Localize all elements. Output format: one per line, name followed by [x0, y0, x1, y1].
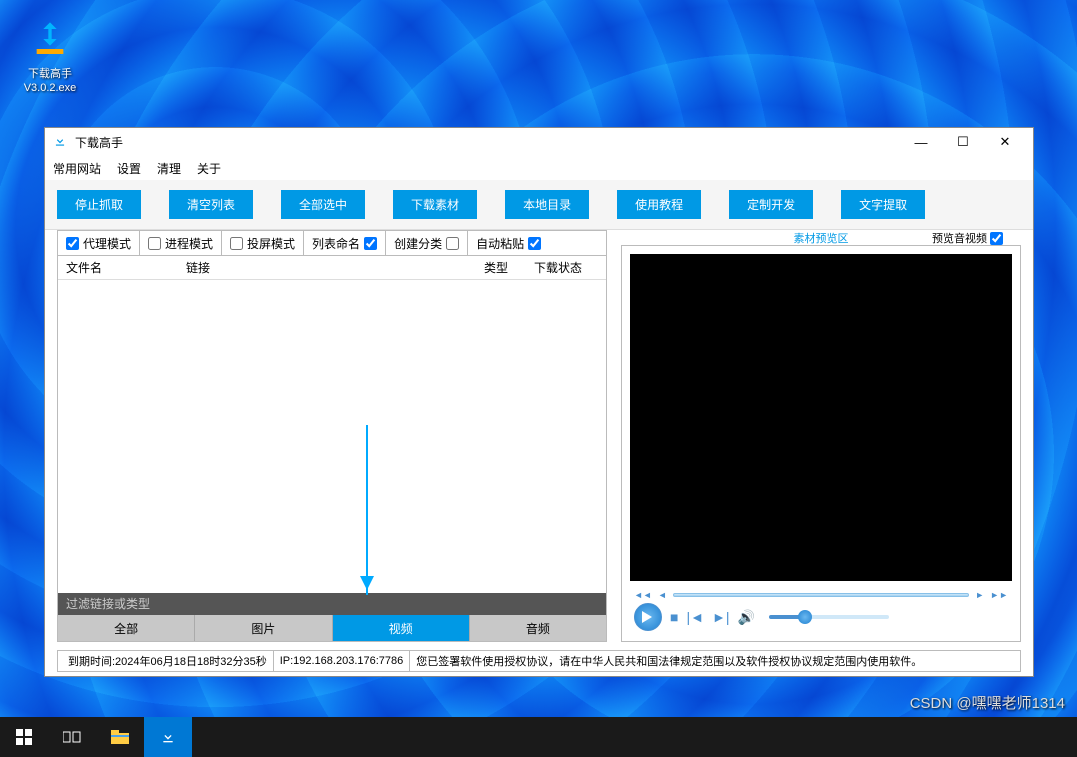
task-view-button[interactable]: [48, 717, 96, 757]
fastfwd-icon[interactable]: ►►: [990, 590, 1008, 600]
progress-bar[interactable]: [673, 593, 970, 597]
tab-video[interactable]: 视频: [333, 615, 470, 641]
filter-tabs: 全部 图片 视频 音频: [58, 615, 606, 641]
clear-list-button[interactable]: 清空列表: [169, 190, 253, 219]
list-panel: 代理模式 进程模式 投屏模式 列表命名 创建分类 自动粘贴 文件名 链接 类型 …: [57, 230, 607, 642]
player-controls: ◄◄ ◄ ► ►► ■ |◄ ►| 🔊: [630, 589, 1012, 633]
watermark: CSDN @嘿嘿老师1314: [910, 692, 1065, 713]
step-fwd-icon[interactable]: ►: [975, 590, 984, 600]
th-link[interactable]: 链接: [178, 259, 476, 276]
start-button[interactable]: [0, 717, 48, 757]
app-window: 下载高手 — ☐ ✕ 常用网站 设置 清理 关于 停止抓取 清空列表 全部选中 …: [44, 127, 1034, 677]
cast-label: 投屏模式: [247, 235, 295, 252]
statusbar: 到期时间:2024年06月18日18时32分35秒 IP:192.168.203…: [57, 650, 1021, 672]
preview-panel: 素材预览区 预览音视频 ◄◄ ◄ ► ►► ■: [621, 230, 1021, 642]
stop-capture-button[interactable]: 停止抓取: [57, 190, 141, 219]
menubar: 常用网站 设置 清理 关于: [45, 156, 1033, 180]
select-all-button[interactable]: 全部选中: [281, 190, 365, 219]
explorer-button[interactable]: [96, 717, 144, 757]
tab-image[interactable]: 图片: [195, 615, 332, 641]
preview-title: 素材预览区: [621, 230, 1021, 246]
proxy-checkbox[interactable]: [66, 237, 79, 250]
prev-icon[interactable]: |◄: [686, 609, 704, 625]
annotation-arrow: [366, 425, 368, 595]
table-header: 文件名 链接 类型 下载状态: [58, 256, 606, 280]
ip-text: IP:192.168.203.176:7786: [274, 651, 411, 671]
menu-clean[interactable]: 清理: [157, 160, 181, 177]
menu-about[interactable]: 关于: [197, 160, 221, 177]
listname-label: 列表命名: [312, 235, 360, 252]
text-extract-button[interactable]: 文字提取: [841, 190, 925, 219]
shortcut-label: 下载高手 V3.0.2.exe: [15, 67, 85, 96]
agreement-text: 您已签署软件使用授权协议，请在中华人民共和国法律规定范围以及软件授权协议规定范围…: [410, 651, 1016, 671]
expiry-text: 到期时间:2024年06月18日18时32分35秒: [62, 651, 274, 671]
preview-box: ◄◄ ◄ ► ►► ■ |◄ ►| 🔊: [621, 245, 1021, 642]
volume-icon[interactable]: 🔊: [737, 609, 754, 626]
download-app-icon: [26, 15, 74, 63]
table-body[interactable]: [58, 280, 606, 593]
autopaste-checkbox[interactable]: [528, 237, 541, 250]
custom-dev-button[interactable]: 定制开发: [729, 190, 813, 219]
listname-checkbox[interactable]: [364, 237, 377, 250]
play-button[interactable]: [634, 603, 662, 631]
th-status[interactable]: 下载状态: [526, 259, 606, 276]
options-row: 代理模式 进程模式 投屏模式 列表命名 创建分类 自动粘贴: [57, 230, 607, 256]
local-dir-button[interactable]: 本地目录: [505, 190, 589, 219]
process-label: 进程模式: [165, 235, 213, 252]
titlebar: 下载高手 — ☐ ✕: [45, 128, 1033, 156]
process-checkbox[interactable]: [148, 237, 161, 250]
filter-input[interactable]: [66, 597, 598, 611]
maximize-button[interactable]: ☐: [951, 133, 975, 151]
proxy-label: 代理模式: [83, 235, 131, 252]
category-label: 创建分类: [394, 235, 442, 252]
tutorial-button[interactable]: 使用教程: [617, 190, 701, 219]
stop-icon[interactable]: ■: [670, 609, 678, 625]
th-type[interactable]: 类型: [476, 259, 526, 276]
menu-settings[interactable]: 设置: [117, 160, 141, 177]
file-table: 文件名 链接 类型 下载状态 全部 图片 视频 音频: [57, 256, 607, 642]
menu-sites[interactable]: 常用网站: [53, 160, 101, 177]
rewind-icon[interactable]: ◄◄: [634, 590, 652, 600]
app-taskbar-button[interactable]: [144, 717, 192, 757]
video-area[interactable]: [630, 254, 1012, 581]
category-checkbox[interactable]: [446, 237, 459, 250]
close-button[interactable]: ✕: [993, 133, 1017, 151]
app-icon: [53, 134, 69, 150]
th-filename[interactable]: 文件名: [58, 259, 178, 276]
tab-all[interactable]: 全部: [58, 615, 195, 641]
tab-audio[interactable]: 音频: [470, 615, 606, 641]
minimize-button[interactable]: —: [909, 133, 933, 151]
cast-checkbox[interactable]: [230, 237, 243, 250]
toolbar: 停止抓取 清空列表 全部选中 下载素材 本地目录 使用教程 定制开发 文字提取: [45, 180, 1033, 230]
next-icon[interactable]: ►|: [712, 609, 730, 625]
autopaste-label: 自动粘贴: [476, 235, 524, 252]
step-back-icon[interactable]: ◄: [658, 590, 667, 600]
download-button[interactable]: 下载素材: [393, 190, 477, 219]
filter-bar: [58, 593, 606, 615]
taskbar: [0, 717, 1077, 757]
volume-slider[interactable]: [769, 615, 889, 619]
desktop-shortcut[interactable]: 下载高手 V3.0.2.exe: [15, 15, 85, 96]
window-title: 下载高手: [75, 134, 909, 151]
